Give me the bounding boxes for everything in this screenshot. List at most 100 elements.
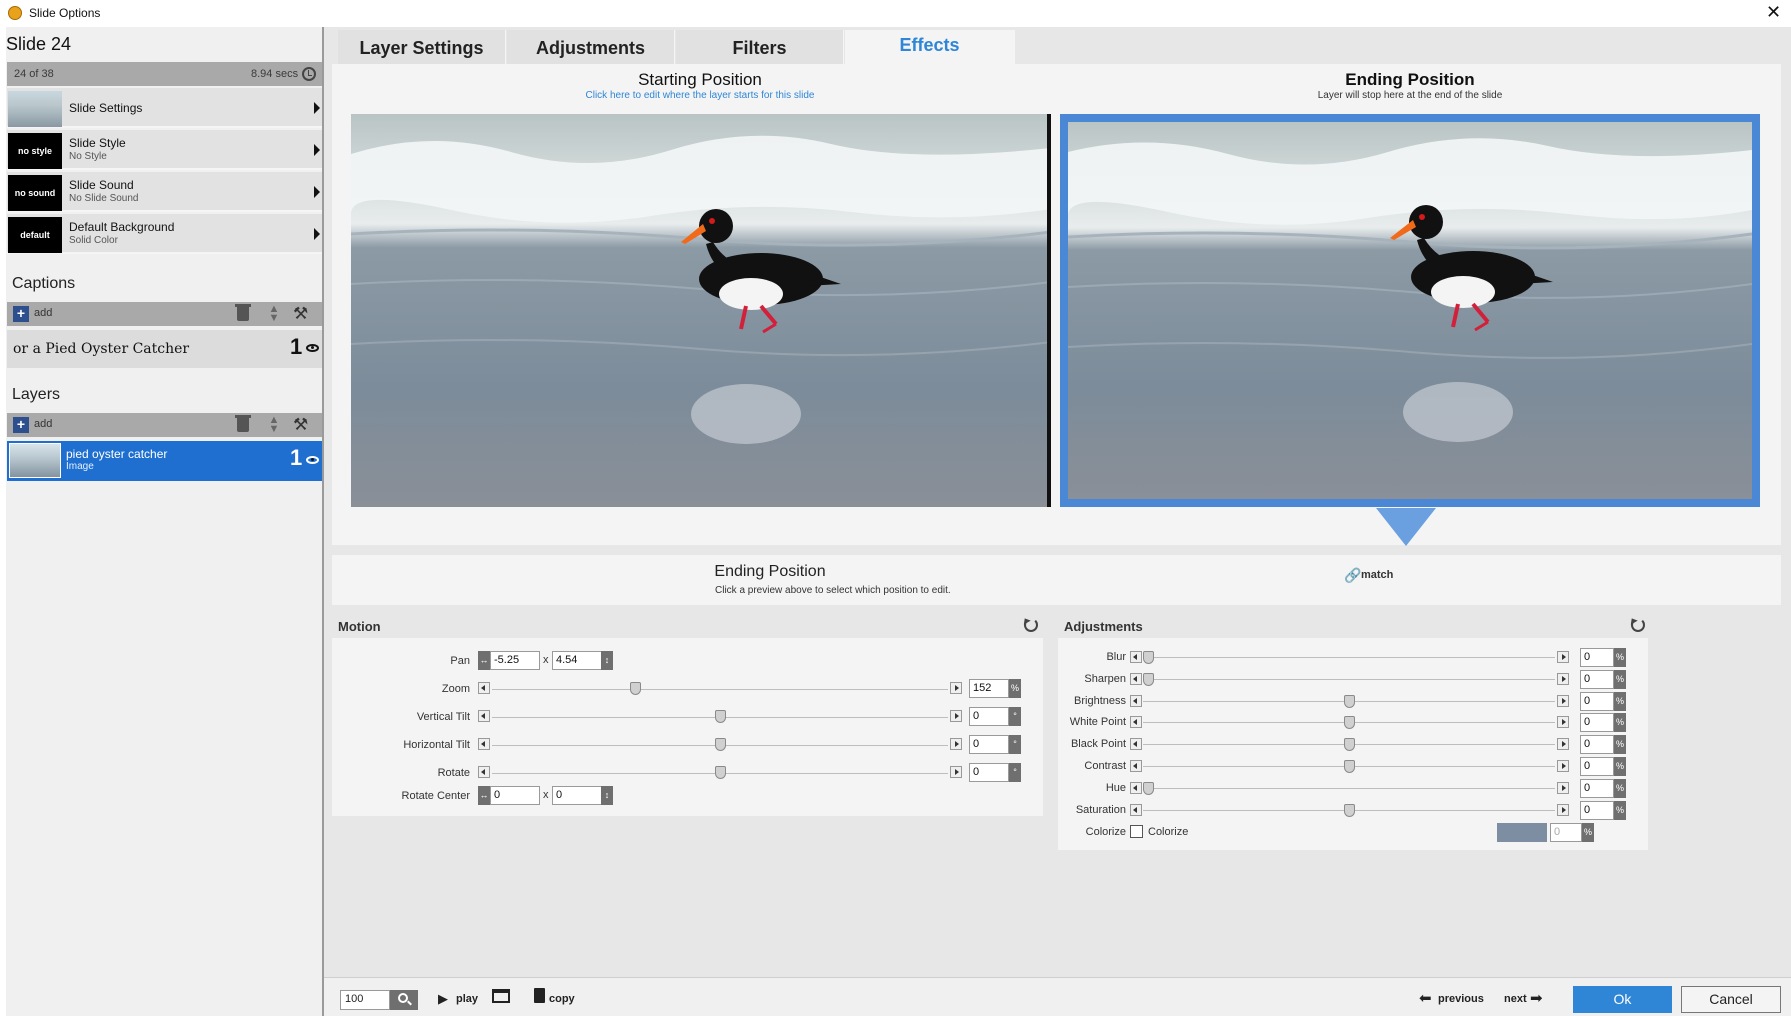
rotate-increase-button[interactable] — [950, 766, 962, 778]
slide-settings-row[interactable]: Slide Settings — [7, 88, 323, 128]
trash-icon[interactable] — [235, 304, 251, 321]
brightness-increase-button[interactable] — [1557, 695, 1569, 707]
next-button[interactable]: next — [1504, 993, 1527, 1005]
contrast-decrease-button[interactable] — [1130, 760, 1142, 772]
colorize-checkbox-label[interactable]: Colorize — [1148, 826, 1188, 838]
close-icon[interactable]: ✕ — [1766, 2, 1781, 23]
white-point-input[interactable]: 0 — [1580, 713, 1614, 732]
zoom-increase-button[interactable] — [950, 682, 962, 694]
brightness-slider-thumb[interactable] — [1344, 695, 1355, 708]
play-icon[interactable]: ▶ — [438, 991, 448, 1007]
match-button[interactable]: match — [1361, 569, 1393, 581]
preview-zoom-input[interactable]: 100 — [340, 990, 390, 1010]
vertical-tilt-increase-button[interactable] — [950, 710, 962, 722]
tab-effects[interactable]: Effects — [845, 30, 1015, 64]
reorder-icon[interactable]: ▲ ▼ — [268, 304, 280, 324]
rotate-center-x-input[interactable]: 0 — [490, 786, 540, 805]
saturation-slider-thumb[interactable] — [1344, 804, 1355, 817]
sharpen-slider-thumb[interactable] — [1143, 673, 1154, 686]
white-point-increase-button[interactable] — [1557, 716, 1569, 728]
reset-icon[interactable] — [1024, 618, 1038, 632]
black-point-decrease-button[interactable] — [1130, 738, 1142, 750]
vertical-tilt-slider-thumb[interactable] — [715, 710, 726, 723]
add-caption-button[interactable]: add — [34, 307, 52, 319]
hue-increase-button[interactable] — [1557, 782, 1569, 794]
zoom-decrease-button[interactable] — [478, 682, 490, 694]
pan-x-input[interactable]: -5.25 — [490, 651, 540, 670]
zoom-slider-track[interactable] — [492, 689, 948, 690]
slide-duration[interactable]: 8.94 secs — [251, 68, 298, 80]
brightness-input[interactable]: 0 — [1580, 692, 1614, 711]
vertical-tilt-decrease-button[interactable] — [478, 710, 490, 722]
clipboard-icon[interactable] — [534, 988, 545, 1003]
starting-position-preview[interactable] — [351, 114, 1051, 507]
arrow-left-icon[interactable]: ⬅ — [1419, 989, 1432, 1007]
blur-increase-button[interactable] — [1557, 651, 1569, 663]
sharpen-decrease-button[interactable] — [1130, 673, 1142, 685]
pan-y-input[interactable]: 4.54 — [552, 651, 602, 670]
white-point-slider-thumb[interactable] — [1344, 716, 1355, 729]
colorize-color-swatch[interactable] — [1497, 823, 1547, 842]
reorder-icon[interactable]: ▲ ▼ — [268, 415, 280, 435]
saturation-increase-button[interactable] — [1557, 804, 1569, 816]
tab-filters[interactable]: Filters — [676, 30, 844, 64]
clock-icon[interactable] — [302, 67, 316, 81]
zoom-slider-thumb[interactable] — [630, 682, 641, 695]
blur-slider-track[interactable] — [1143, 657, 1555, 658]
copy-button[interactable]: copy — [549, 993, 575, 1005]
colorize-amount-input[interactable]: 0 — [1550, 823, 1582, 842]
blur-decrease-button[interactable] — [1130, 651, 1142, 663]
hue-input[interactable]: 0 — [1580, 779, 1614, 798]
rotate-input[interactable]: 0 — [969, 763, 1009, 782]
black-point-increase-button[interactable] — [1557, 738, 1569, 750]
arrow-right-icon[interactable]: ➡ — [1530, 989, 1543, 1007]
rotate-center-horizontal-icon[interactable]: ↔ — [478, 786, 490, 805]
default-background-row[interactable]: default Default Background Solid Color — [7, 214, 323, 254]
rotate-slider-thumb[interactable] — [715, 766, 726, 779]
ok-button[interactable]: Ok — [1573, 986, 1672, 1013]
eye-icon[interactable] — [306, 456, 319, 464]
link-icon[interactable]: 🔗 — [1344, 567, 1361, 584]
hue-slider-thumb[interactable] — [1143, 782, 1154, 795]
zoom-input[interactable]: 152 — [969, 679, 1009, 698]
add-layer-icon[interactable]: + — [13, 417, 29, 433]
sharpen-increase-button[interactable] — [1557, 673, 1569, 685]
tools-icon[interactable]: ⚒ — [293, 415, 308, 435]
brightness-decrease-button[interactable] — [1130, 695, 1142, 707]
hue-decrease-button[interactable] — [1130, 782, 1142, 794]
horizontal-tilt-decrease-button[interactable] — [478, 738, 490, 750]
saturation-input[interactable]: 0 — [1580, 801, 1614, 820]
black-point-slider-thumb[interactable] — [1344, 738, 1355, 751]
previous-button[interactable]: previous — [1438, 993, 1484, 1005]
saturation-decrease-button[interactable] — [1130, 804, 1142, 816]
blur-input[interactable]: 0 — [1580, 648, 1614, 667]
rotate-center-vertical-icon[interactable]: ↕ — [601, 786, 613, 805]
horizontal-tilt-slider-thumb[interactable] — [715, 738, 726, 751]
slide-sound-row[interactable]: no sound Slide Sound No Slide Sound — [7, 172, 323, 212]
pan-horizontal-icon[interactable]: ↔ — [478, 651, 490, 670]
sharpen-slider-track[interactable] — [1143, 679, 1555, 680]
hue-slider-track[interactable] — [1143, 788, 1555, 789]
tools-icon[interactable]: ⚒ — [293, 304, 308, 324]
sharpen-input[interactable]: 0 — [1580, 670, 1614, 689]
slide-style-row[interactable]: no style Slide Style No Style — [7, 130, 323, 170]
horizontal-tilt-increase-button[interactable] — [950, 738, 962, 750]
white-point-decrease-button[interactable] — [1130, 716, 1142, 728]
contrast-input[interactable]: 0 — [1580, 757, 1614, 776]
play-button[interactable]: play — [456, 993, 478, 1005]
cancel-button[interactable]: Cancel — [1681, 986, 1781, 1013]
horizontal-tilt-input[interactable]: 0 — [969, 735, 1009, 754]
tab-adjustments[interactable]: Adjustments — [507, 30, 675, 64]
pan-vertical-icon[interactable]: ↕ — [601, 651, 613, 670]
add-caption-icon[interactable]: + — [13, 306, 29, 322]
tab-layer-settings[interactable]: Layer Settings — [338, 30, 506, 64]
starting-position-hint[interactable]: Click here to edit where the layer start… — [510, 90, 890, 101]
eye-icon[interactable] — [306, 344, 319, 352]
blur-slider-thumb[interactable] — [1143, 651, 1154, 664]
rotate-decrease-button[interactable] — [478, 766, 490, 778]
window-icon[interactable] — [492, 989, 510, 1003]
colorize-checkbox[interactable] — [1130, 825, 1143, 838]
contrast-slider-thumb[interactable] — [1344, 760, 1355, 773]
ending-position-preview[interactable] — [1068, 122, 1752, 499]
contrast-increase-button[interactable] — [1557, 760, 1569, 772]
